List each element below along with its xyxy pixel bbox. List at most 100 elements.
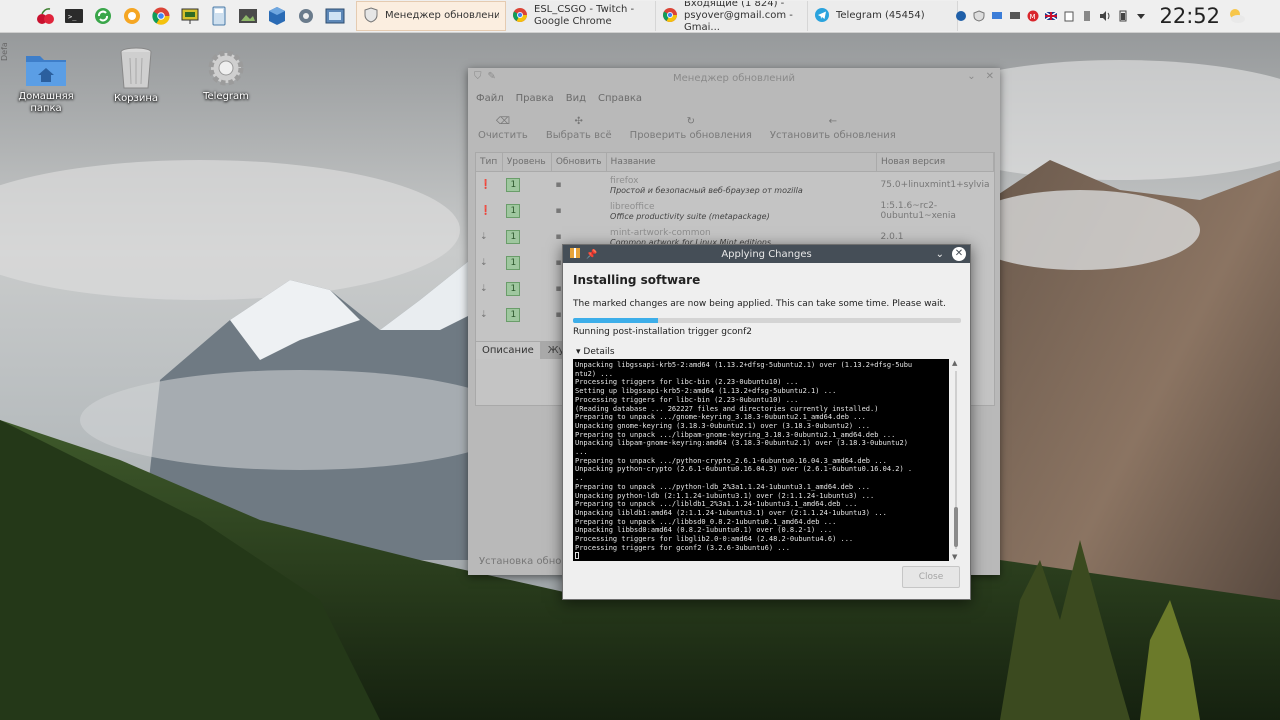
package-name: firefox — [610, 175, 639, 186]
screenshot-icon[interactable] — [324, 5, 346, 27]
scroll-thumb[interactable] — [954, 507, 958, 547]
tab-description[interactable]: Описание — [475, 341, 541, 359]
volume-icon[interactable] — [1099, 10, 1111, 22]
clear-button[interactable]: ⌫ Очистить — [478, 116, 528, 141]
monitor-icon[interactable] — [991, 10, 1003, 22]
column-header-name[interactable]: Название — [606, 153, 878, 172]
close-button[interactable]: Close — [902, 566, 960, 588]
checkbox[interactable]: ▪ — [555, 232, 561, 242]
log-line: Preparing to unpack .../gnome-keyring_3.… — [575, 413, 866, 422]
log-line: (Reading database ... 262227 files and d… — [575, 404, 879, 413]
checkbox[interactable]: ▪ — [555, 258, 561, 268]
mail-icon[interactable]: M — [1027, 10, 1039, 22]
table-row[interactable]: ❗ 1 ▪ libreoffice Office productivity sui… — [476, 198, 994, 224]
select-all-button[interactable]: ✣ Выбрать всё — [546, 116, 612, 141]
column-header-update[interactable]: Обновить — [551, 153, 607, 172]
column-header-version[interactable]: Новая версия — [876, 153, 994, 172]
network-icon[interactable] — [1009, 10, 1021, 22]
gear-icon — [208, 50, 244, 86]
applying-changes-dialog: 📌 Applying Changes ⌄ ✕ Installing softwa… — [562, 244, 971, 600]
shield-icon[interactable] — [973, 10, 985, 22]
level-badge: 1 — [506, 230, 521, 244]
desktop-icon-home[interactable]: Домашняя папка — [11, 48, 81, 115]
level-badge: 1 — [506, 308, 521, 322]
chrome-icon[interactable] — [150, 5, 172, 27]
menu-help[interactable]: Справка — [598, 93, 642, 104]
desktop-icon-telegram[interactable]: Telegram — [191, 48, 261, 103]
clock[interactable]: 22:52 — [1159, 4, 1220, 28]
task-title: Входящие (1 824) - psyover@gmail.com - G… — [684, 1, 793, 31]
chevron-down-icon[interactable]: ⌄ — [936, 249, 944, 260]
update-icon: ⇣ — [480, 310, 488, 320]
progress-status: Running post-installation trigger gconf2 — [573, 327, 752, 337]
package-name: mint-artwork-common — [610, 227, 711, 238]
terminal-output[interactable]: Unpacking libgssapi-krb5-2:amd64 (1.13.2… — [573, 359, 949, 561]
security-update-icon: ❗ — [480, 206, 492, 216]
panel-handle[interactable]: Defa — [0, 32, 12, 72]
trash-icon — [120, 47, 152, 89]
chevron-down-icon[interactable]: ⌄ — [967, 71, 975, 82]
menu-view[interactable]: Вид — [566, 93, 586, 104]
package-name: libreoffice — [610, 201, 655, 212]
virtualbox-icon[interactable] — [266, 5, 288, 27]
desktop-icon-label: Корзина — [113, 93, 159, 104]
checkbox[interactable]: ▪ — [555, 310, 561, 320]
log-line: Setting up libgssapi-krb5-2:amd64 (1.13.… — [575, 387, 837, 396]
desktop-icon-trash[interactable]: Корзина — [101, 46, 171, 105]
table-row[interactable]: ❗ 1 ▪ firefox Простой и безопасный веб-бр… — [476, 172, 994, 199]
checkbox[interactable]: ▪ — [555, 180, 561, 190]
close-icon[interactable]: ✕ — [986, 71, 994, 82]
arrow-left-icon: ← — [828, 115, 838, 127]
sync-icon[interactable] — [92, 5, 114, 27]
weather-icon[interactable] — [1226, 6, 1246, 26]
svg-text:M: M — [1030, 13, 1036, 21]
checkbox[interactable]: ▪ — [555, 284, 561, 294]
scroll-up-icon[interactable]: ▲ — [952, 359, 957, 367]
details-expander[interactable]: ▾ Details — [576, 347, 615, 357]
level-badge: 1 — [506, 256, 521, 270]
pin-icon[interactable]: ✎ — [488, 71, 496, 82]
task-list: Менеджер обновлений ESL_CSGO - Twitch - … — [356, 0, 958, 32]
log-line: Preparing to unpack .../python-crypto_2.… — [575, 456, 887, 465]
pin-icon[interactable]: 📌 — [586, 250, 597, 260]
dialog-titlebar: 📌 Applying Changes ⌄ ✕ — [563, 245, 970, 263]
task-chrome-gmail[interactable]: Входящие (1 824) - psyover@gmail.com - G… — [656, 1, 808, 31]
terminal-icon[interactable]: >_ — [63, 5, 85, 27]
clipboard-icon[interactable] — [1063, 10, 1075, 22]
triangle-down-icon: ▾ — [576, 347, 581, 357]
keyboard-layout-icon[interactable] — [1045, 10, 1058, 22]
install-updates-button[interactable]: ← Установить обновления — [770, 116, 896, 141]
battery-icon[interactable] — [1117, 10, 1129, 22]
log-line: Preparing to unpack .../python-ldb_2%3a1… — [575, 482, 871, 491]
check-updates-button[interactable]: ↻ Проверить обновления — [630, 116, 752, 141]
usb-icon[interactable] — [1081, 10, 1093, 22]
window-title: Менеджер обновлений — [673, 72, 795, 84]
calculator-icon[interactable] — [208, 5, 230, 27]
task-update-manager[interactable]: Менеджер обновлений — [356, 1, 506, 31]
chrome-icon — [662, 7, 678, 26]
menu-file[interactable]: Файл — [476, 93, 504, 104]
terminal-scrollbar[interactable]: ▲ ▼ — [951, 359, 961, 561]
log-line: .. — [575, 474, 584, 483]
image-viewer-icon[interactable] — [237, 5, 259, 27]
task-telegram[interactable]: Telegram (45454) — [808, 1, 958, 31]
log-line: Unpacking libldb1:amd64 (2:1.1.24-1ubunt… — [575, 508, 887, 517]
task-title: ESL_CSGO - Twitch - Google Chrome — [534, 4, 635, 27]
scroll-down-icon[interactable]: ▼ — [952, 553, 957, 561]
settings-icon[interactable] — [295, 5, 317, 27]
cherry-app-icon[interactable] — [34, 5, 56, 27]
column-header-level[interactable]: Уровень — [502, 153, 552, 172]
menu-edit[interactable]: Правка — [516, 93, 554, 104]
details-label: Details — [583, 347, 615, 357]
package-description: Простой и безопасный веб-браузер от mozi… — [610, 185, 803, 195]
checkbox[interactable]: ▪ — [555, 206, 561, 216]
security-update-icon: ❗ — [480, 180, 492, 190]
presentation-icon[interactable] — [179, 5, 201, 27]
window-titlebar: ⛉ ✎ Менеджер обновлений ⌄ ✕ — [468, 68, 1000, 88]
close-icon[interactable]: ✕ — [952, 247, 966, 261]
column-header-type[interactable]: Тип — [476, 153, 503, 172]
chat-icon[interactable] — [121, 5, 143, 27]
chevron-down-icon[interactable] — [1135, 10, 1147, 22]
task-chrome-twitch[interactable]: ESL_CSGO - Twitch - Google Chrome — [506, 1, 656, 31]
vpn-icon[interactable] — [955, 10, 967, 22]
